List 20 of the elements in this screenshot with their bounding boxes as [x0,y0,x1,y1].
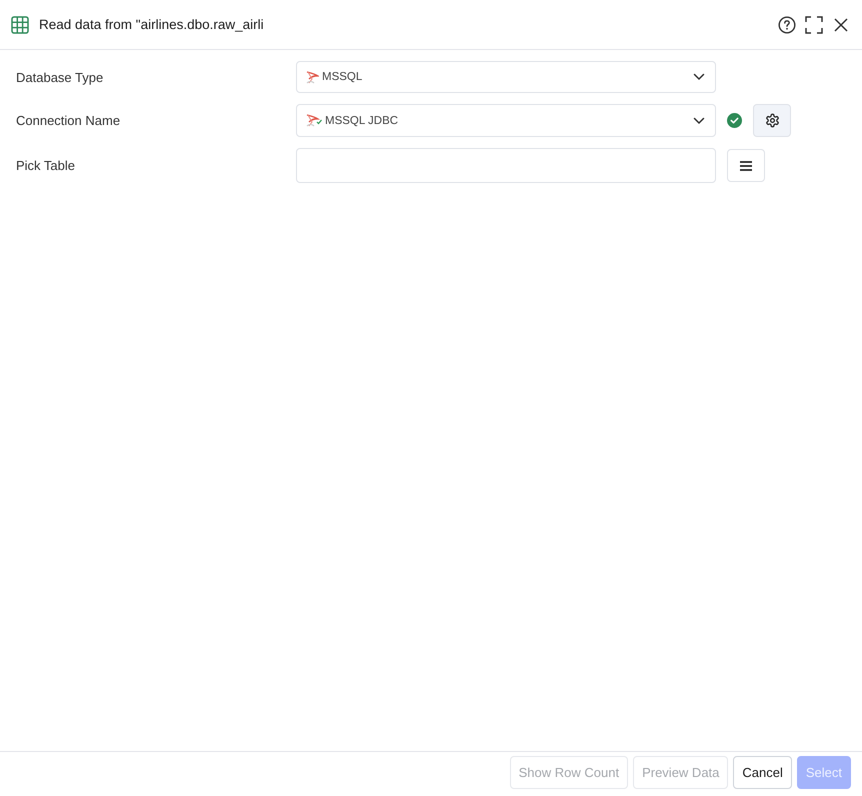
settings-button[interactable] [753,104,791,137]
fullscreen-icon[interactable] [805,16,823,34]
table-input-field[interactable] [296,148,716,183]
logo-icon [306,70,319,84]
help-icon[interactable] [778,16,796,34]
logo-check-icon [306,114,322,127]
field-label: Connection Name [16,113,122,128]
chevron-down-icon [693,73,705,81]
menu-icon [740,160,752,170]
list-button[interactable] [727,149,765,182]
field-label: Pick Table [16,158,76,173]
table-icon [11,16,29,34]
settings-icon [764,113,780,128]
dropdown-select[interactable]: MSSQL JDBC [296,104,716,137]
close-icon[interactable] [832,16,850,34]
dialog-title: Read data from "airlines.dbo.raw_airli [39,17,265,32]
dropdown-select[interactable]: MSSQL [296,61,716,93]
field-label: Database Type [16,70,104,84]
footer-button[interactable]: Cancel [733,756,792,789]
chevron-down-icon [693,116,705,124]
